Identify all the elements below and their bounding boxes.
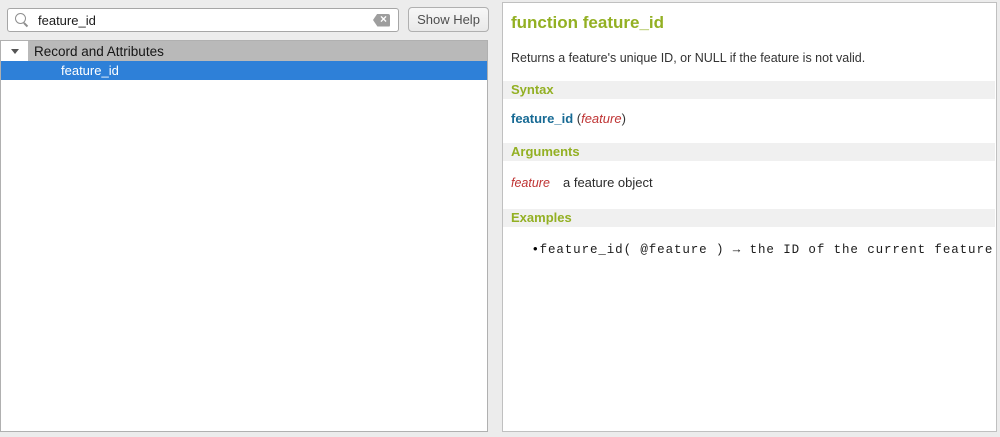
- tree-group-record-and-attributes[interactable]: Record and Attributes: [1, 41, 487, 61]
- example-expression: feature_id( @feature ): [540, 243, 725, 257]
- syntax-heading: Syntax: [503, 81, 995, 99]
- chevron-down-icon: [11, 49, 19, 54]
- function-tree-panel[interactable]: Record and Attributes feature_id: [0, 40, 488, 432]
- tree-group-label: Record and Attributes: [28, 41, 487, 61]
- argument-name: feature: [511, 176, 563, 190]
- example-result: the ID of the current feature: [750, 243, 994, 257]
- function-search-box[interactable]: [7, 8, 399, 32]
- help-title: function feature_id: [511, 13, 988, 33]
- syntax-paren-open: (: [573, 111, 581, 126]
- argument-row: featurea feature object: [511, 175, 653, 190]
- function-help-panel: function feature_id Returns a feature's …: [502, 2, 997, 432]
- example-arrow-icon: →: [724, 243, 749, 257]
- collapse-toggle[interactable]: [1, 41, 28, 61]
- syntax-paren-close: ): [622, 111, 626, 126]
- examples-heading: Examples: [503, 209, 995, 227]
- help-description: Returns a feature's unique ID, or NULL i…: [511, 51, 988, 65]
- clear-search-icon[interactable]: [373, 14, 390, 27]
- tree-item-feature-id[interactable]: feature_id: [1, 61, 487, 80]
- example-row: •feature_id( @feature ) → the ID of the …: [533, 241, 992, 257]
- bullet-icon: •: [533, 241, 538, 256]
- search-input[interactable]: [30, 10, 373, 30]
- syntax-argument: feature: [581, 111, 621, 126]
- search-icon: [14, 12, 30, 28]
- argument-description: a feature object: [563, 175, 653, 190]
- arguments-heading: Arguments: [503, 143, 995, 161]
- syntax-signature: feature_id (feature): [511, 111, 626, 126]
- show-help-button[interactable]: Show Help: [408, 7, 489, 32]
- syntax-function-name: feature_id: [511, 111, 573, 126]
